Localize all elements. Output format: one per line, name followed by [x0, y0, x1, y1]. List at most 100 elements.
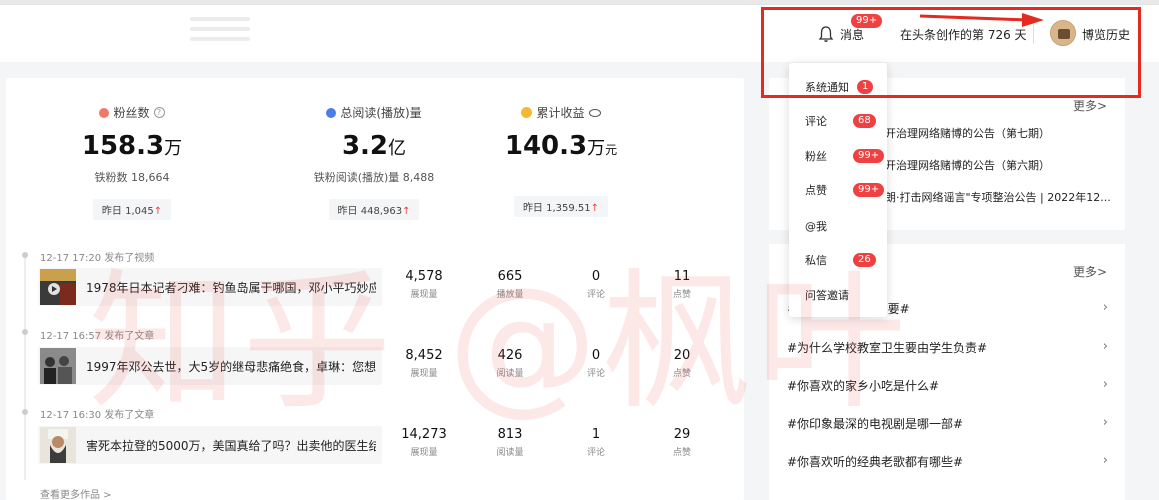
post-title[interactable]: 害死本拉登的5000万，美国真给了吗？出卖他的医生结...	[86, 437, 376, 454]
metric-label: 评论	[586, 369, 605, 379]
stat-value: 140.3	[504, 131, 588, 161]
menu-item-label: 私信	[805, 254, 827, 267]
menu-item-comments[interactable]: 评论 68	[805, 113, 876, 129]
stat-yesterday: 昨日 1,045↑	[92, 199, 172, 220]
metric-value: 20	[673, 348, 691, 363]
notice-more-link[interactable]: 更多>	[1073, 97, 1107, 114]
stat-title: 粉丝数	[113, 106, 150, 120]
metric-label: 阅读量	[496, 369, 524, 379]
metric-value: 1	[591, 427, 601, 442]
droplet-icon	[326, 107, 337, 118]
chevron-right-icon: ›	[1102, 415, 1108, 430]
chevron-right-icon: ›	[1102, 300, 1108, 315]
metric-value: 426	[497, 348, 523, 363]
article-thumbnail[interactable]	[40, 427, 76, 463]
up-arrow-icon: ↑	[153, 206, 163, 217]
timeline-dot	[22, 252, 28, 258]
yesterday-value: 1,359.51	[546, 203, 591, 214]
up-arrow-icon: ↑	[402, 206, 411, 217]
notice-item[interactable]: 开治理网络赌博的公告（第七期）	[885, 125, 1050, 141]
menu-item-label: 评论	[805, 115, 827, 128]
stat-unit: 万	[164, 138, 183, 159]
chevron-right-icon: ›	[1102, 377, 1108, 392]
menu-item-label: 粉丝	[805, 150, 827, 163]
metric-label: 展现量	[410, 369, 438, 379]
stat-title: 总阅读(播放)量	[340, 106, 422, 120]
count-badge: 26	[853, 253, 876, 267]
metric-value: 14,273	[401, 427, 447, 442]
metric-comments: 1 评论	[566, 427, 626, 458]
list-item[interactable]: 害死本拉登的5000万，美国真给了吗？出卖他的医生结...	[38, 426, 382, 464]
post-meta: 12-17 16:57 发布了文章	[40, 331, 155, 342]
timeline-dot	[22, 329, 28, 335]
menu-item-fans[interactable]: 粉丝 99+	[805, 148, 885, 164]
video-thumbnail[interactable]	[40, 269, 76, 305]
menu-item-label: 问答邀请	[805, 289, 849, 302]
topic-label: #你印象最深的电视剧是哪一部#	[787, 417, 964, 431]
count-badge: 68	[853, 114, 876, 128]
stat-sub	[466, 169, 656, 182]
faint-logo	[190, 11, 250, 51]
topic-item[interactable]: #你喜欢听的经典老歌都有哪些# ›	[787, 453, 1112, 470]
stat-sub: 铁粉阅读(播放)量 8,488	[313, 171, 435, 184]
stat-value: 158.3	[81, 131, 165, 161]
metric-likes: 29 点赞	[652, 427, 712, 458]
topics-more-link[interactable]: 更多>	[1073, 263, 1107, 280]
topic-item[interactable]: #你印象最深的电视剧是哪一部# ›	[787, 415, 1112, 432]
metric-label: 点赞	[672, 369, 691, 379]
more-works-link[interactable]: 查看更多作品 >	[40, 486, 112, 500]
stat-title: 累计收益	[536, 106, 585, 120]
menu-item-label: @我	[805, 220, 827, 233]
menu-item-qa-invites[interactable]: 问答邀请	[805, 287, 849, 303]
metric-impressions: 4,578 展现量	[394, 269, 454, 300]
metric-reads: 813 阅读量	[480, 427, 540, 458]
coin-icon	[521, 107, 533, 118]
metric-value: 4,578	[405, 269, 443, 284]
chevron-right-icon: ›	[1102, 453, 1108, 468]
metric-reads: 426 阅读量	[480, 348, 540, 379]
metric-label: 评论	[586, 290, 605, 300]
topic-label: #为什么学校教室卫生要由学生负责#	[787, 341, 988, 355]
yesterday-value: 448,963	[360, 206, 403, 217]
topic-label: #你喜欢听的经典老歌都有哪些#	[787, 455, 964, 469]
metric-value: 11	[673, 269, 691, 284]
stat-value: 3.2	[341, 131, 389, 161]
topic-item[interactable]: #你喜欢的家乡小吃是什么# ›	[787, 377, 1112, 394]
stat-unit: 亿	[388, 138, 407, 159]
timeline-dot	[22, 409, 28, 415]
yesterday-value: 1,045	[125, 206, 154, 217]
menu-item-mentions[interactable]: @我	[805, 218, 827, 234]
stat-unit: 万	[587, 138, 606, 159]
post-title[interactable]: 1978年日本记者刁难：钓鱼岛属于哪国，邓小平巧妙应...	[86, 279, 376, 296]
metric-label: 展现量	[410, 448, 438, 458]
list-item[interactable]: 1997年邓公去世，大5岁的继母悲痛绝食，卓琳：您想想...	[38, 347, 382, 385]
metric-comments: 0 评论	[566, 348, 626, 379]
stat-reads: 总阅读(播放)量 3.2亿 铁粉阅读(播放)量 8,488 昨日 448,963…	[279, 104, 469, 220]
yesterday-label: 昨日	[337, 206, 358, 217]
metric-value: 29	[673, 427, 691, 442]
stat-fans: 粉丝数? 158.3万 铁粉数 18,664 昨日 1,045↑	[37, 104, 227, 220]
timeline-line	[24, 255, 26, 480]
metric-label: 展现量	[410, 290, 438, 300]
metric-impressions: 14,273 展现量	[394, 427, 454, 458]
article-thumbnail[interactable]	[40, 348, 76, 384]
stat-yesterday: 昨日 1,359.51↑	[513, 196, 609, 217]
notice-item[interactable]: 朗·打击网络谣言"专项整治公告 | 2022年12...	[885, 189, 1111, 205]
metric-comments: 0 评论	[566, 269, 626, 300]
topic-label: #你喜欢的家乡小吃是什么#	[787, 379, 940, 393]
list-item[interactable]: 1978年日本记者刁难：钓鱼岛属于哪国，邓小平巧妙应...	[38, 268, 382, 306]
metric-likes: 20 点赞	[652, 348, 712, 379]
up-arrow-icon: ↑	[590, 203, 600, 214]
post-title[interactable]: 1997年邓公去世，大5岁的继母悲痛绝食，卓琳：您想想...	[86, 358, 376, 375]
notice-item[interactable]: 开治理网络赌博的公告（第六期）	[885, 157, 1050, 173]
menu-item-likes[interactable]: 点赞 99+	[805, 182, 885, 198]
post-meta: 12-17 16:30 发布了文章	[40, 410, 155, 421]
metric-value: 813	[497, 427, 523, 442]
messages-dropdown: 系统通知 1 评论 68 粉丝 99+ 点赞 99+ @我 私信 26 问答邀请	[789, 63, 887, 317]
menu-item-private-messages[interactable]: 私信 26	[805, 252, 876, 268]
metric-value: 8,452	[405, 348, 443, 363]
eye-icon[interactable]	[588, 108, 601, 117]
count-badge: 99+	[853, 183, 885, 197]
topic-item[interactable]: #为什么学校教室卫生要由学生负责# ›	[787, 339, 1112, 356]
question-icon[interactable]: ?	[153, 107, 165, 118]
